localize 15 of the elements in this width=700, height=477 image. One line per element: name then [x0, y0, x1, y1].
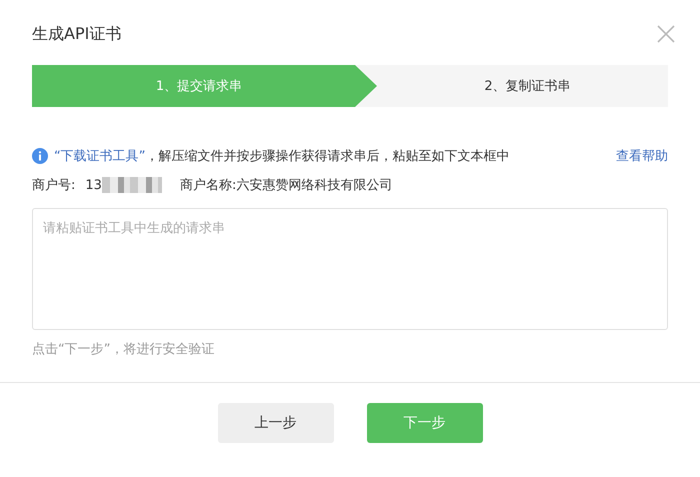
pixelated-patch	[102, 177, 162, 193]
back-button[interactable]: 上一步	[218, 403, 334, 443]
request-field[interactable]: 请粘贴证书工具中生成的请求串	[32, 208, 668, 330]
download-tool-link[interactable]: “下载证书工具”	[54, 147, 146, 165]
merchant-id-value: 13	[85, 178, 102, 192]
close-icon[interactable]	[656, 24, 676, 44]
progress-step: 1、提交请求串	[32, 65, 377, 107]
hint-text: 点击“下一步”，将进行安全验证	[32, 341, 216, 358]
dialog-title: 生成API证书	[32, 24, 122, 44]
info-icon	[32, 148, 48, 164]
help-link[interactable]: 查看帮助	[616, 147, 668, 165]
notice-text: ，解压缩文件并按步骤操作获得请求串后，粘贴至如下文本框中	[145, 148, 510, 165]
merchant-id-label: 商户号:	[32, 177, 76, 194]
merchant-name-value: 六安惠赞网络科技有限公司	[236, 177, 392, 194]
merchant-name-label: 商户名称:	[180, 177, 236, 194]
